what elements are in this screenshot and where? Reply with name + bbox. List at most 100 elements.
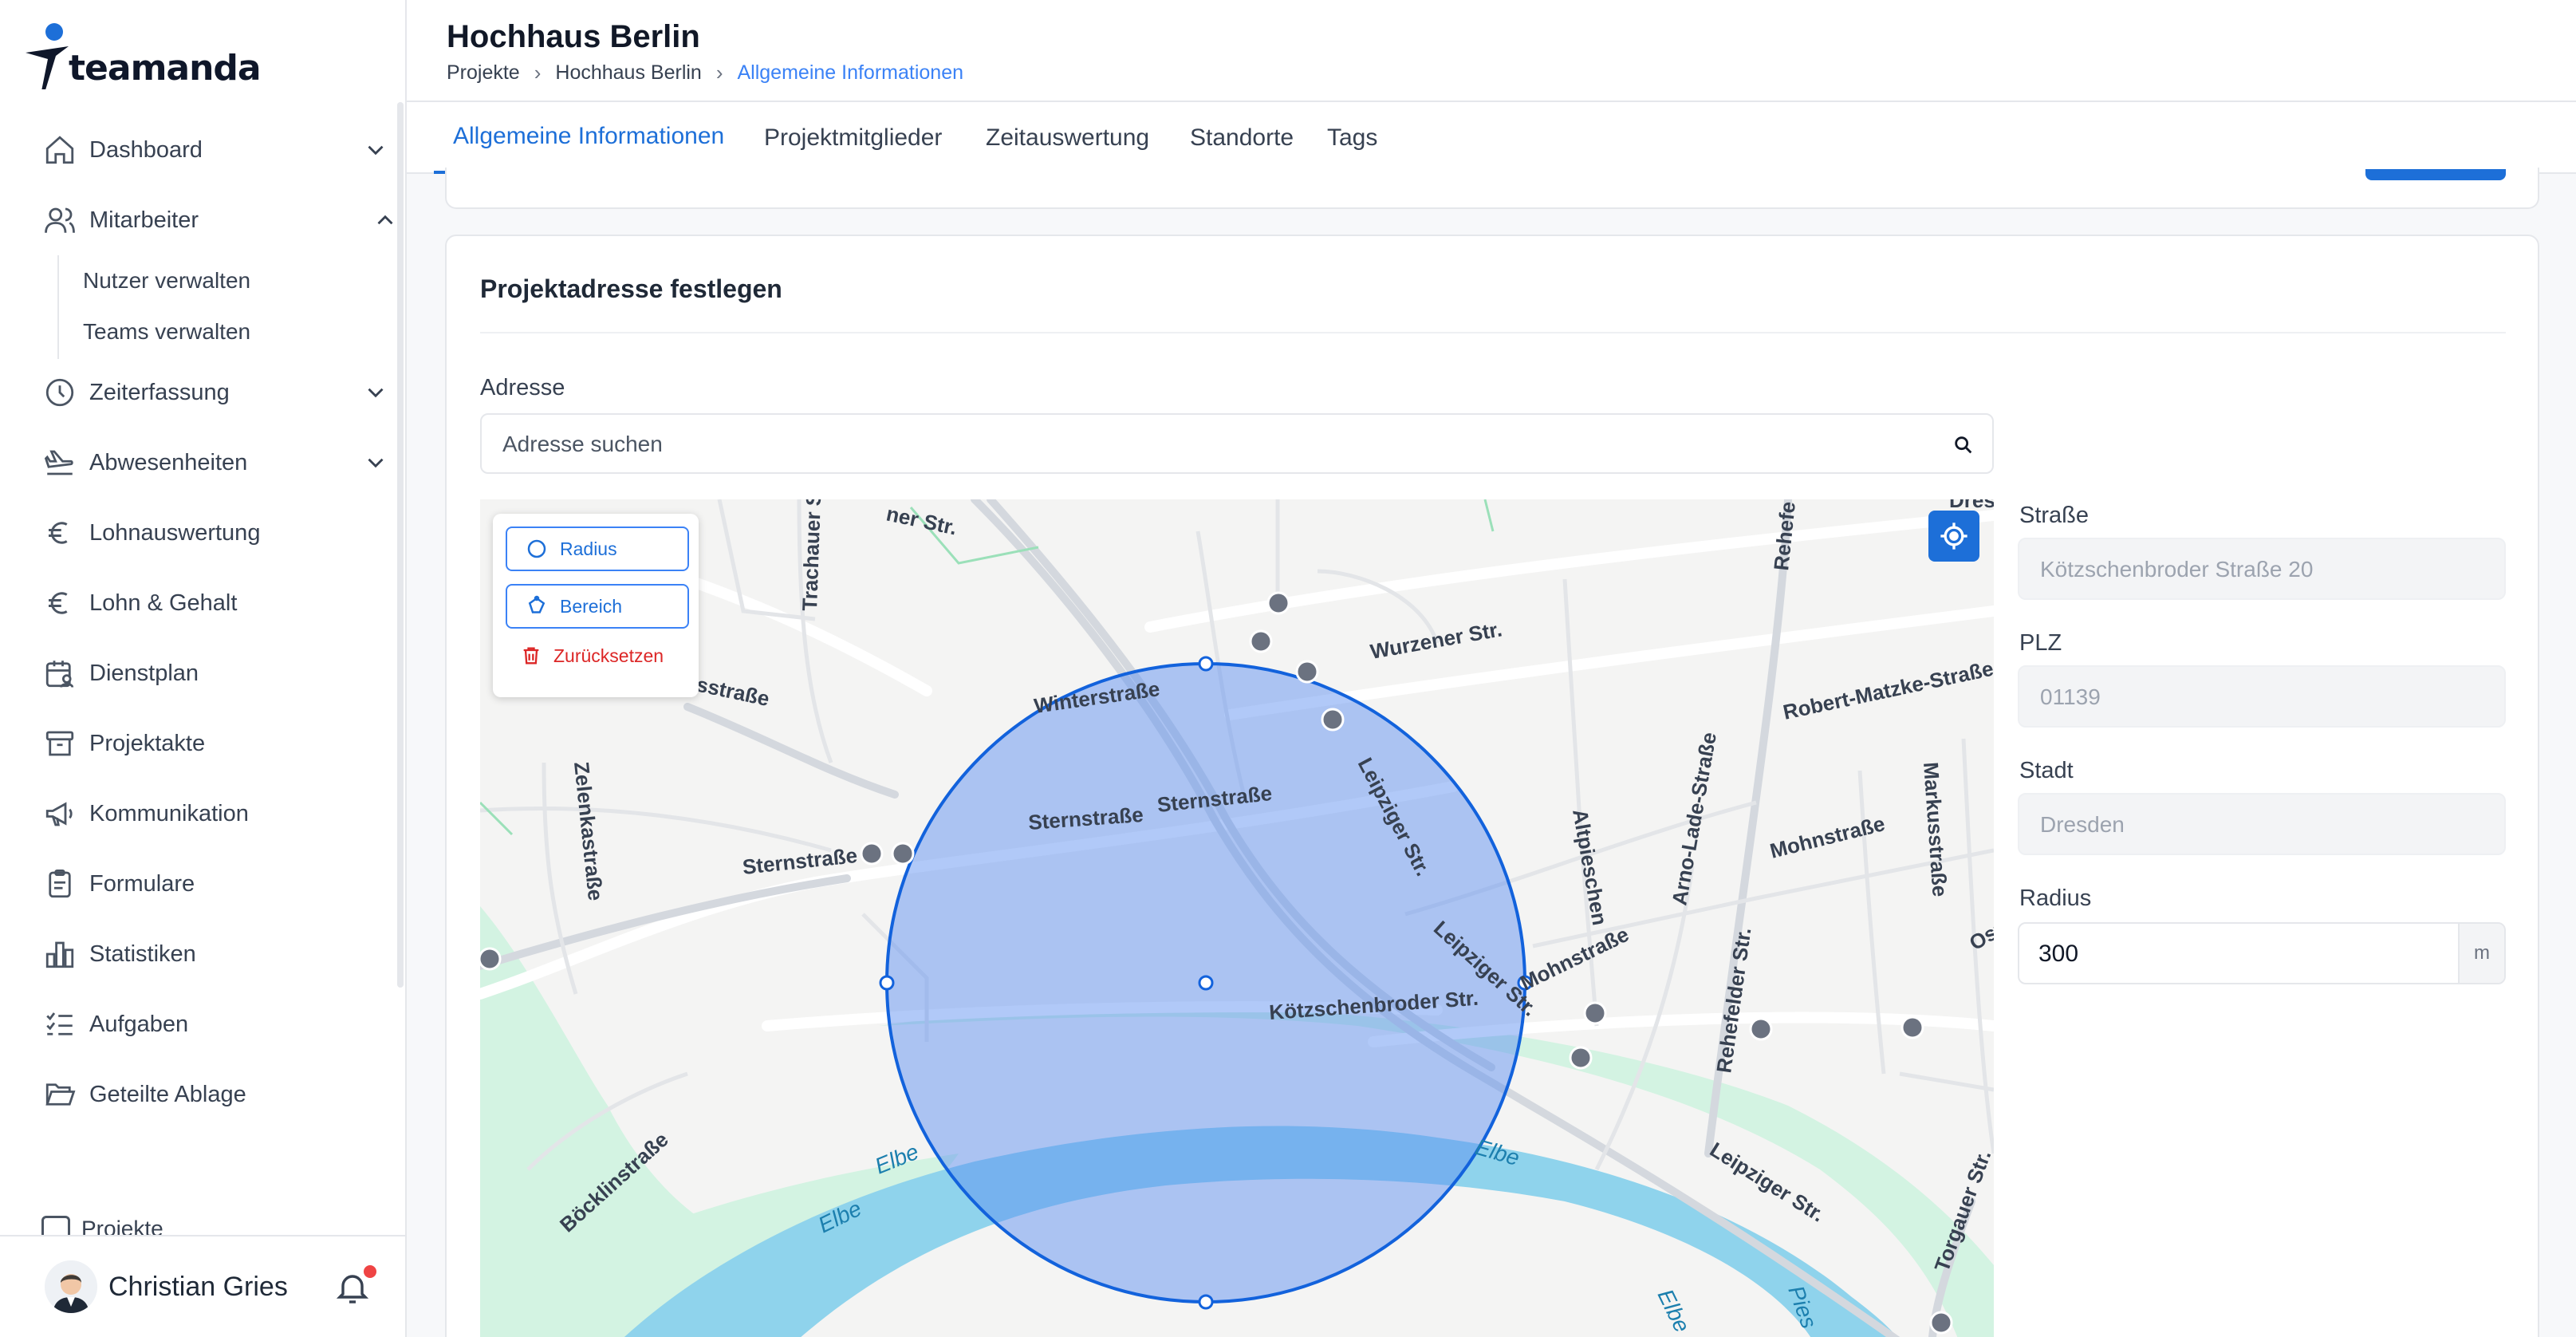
- sidebar-item-label: Lohnauswertung: [89, 519, 261, 546]
- sidebar-item-label: Dienstplan: [89, 660, 199, 686]
- clock-icon: [41, 374, 78, 411]
- locate-me-button[interactable]: [1928, 511, 1979, 562]
- sidebar-item-kommunikation[interactable]: Kommunikation: [41, 790, 376, 838]
- logo-mark-icon: [26, 23, 69, 93]
- sidebar-item-lohnauswertung[interactable]: Lohnauswertung: [41, 509, 376, 557]
- trash-icon: [523, 647, 539, 665]
- folder-icon: [41, 1216, 70, 1235]
- plane-icon: [41, 444, 78, 481]
- address-search-input[interactable]: [502, 424, 1930, 464]
- sidebar-subitem-teams[interactable]: Teams verwalten: [83, 319, 250, 345]
- sidebar-item-label: Abwesenheiten: [89, 449, 248, 475]
- sidebar-item-dashboard[interactable]: Dashboard: [41, 126, 384, 174]
- address-label: Adresse: [480, 375, 565, 400]
- chevron-right-icon: ›: [715, 61, 723, 85]
- radius-label: Radius: [2019, 885, 2092, 911]
- zip-field[interactable]: 01139: [2018, 665, 2506, 728]
- archive-icon: [41, 725, 78, 762]
- chevron-down-icon[interactable]: [362, 379, 389, 406]
- sidebar-item-projekte[interactable]: Projekte: [41, 1216, 163, 1235]
- tab-tags[interactable]: Tags: [1308, 102, 1396, 174]
- avatar[interactable]: [45, 1260, 97, 1313]
- user-panel: Christian Gries: [0, 1235, 405, 1337]
- calendar-user-icon: [41, 655, 78, 692]
- chevron-down-icon[interactable]: [362, 136, 389, 164]
- zip-label: PLZ: [2019, 630, 2062, 656]
- city-field[interactable]: Dresden: [2018, 793, 2506, 855]
- zip-value: 01139: [2040, 684, 2101, 709]
- tab-standorte[interactable]: Standorte: [1171, 102, 1313, 174]
- polygon-icon: [528, 595, 546, 613]
- street-field[interactable]: Kötzschenbroder Straße 20: [2018, 538, 2506, 600]
- previous-card: [445, 168, 2539, 209]
- street-value: Kötzschenbroder Straße 20: [2040, 557, 2314, 582]
- radius-unit: m: [2458, 924, 2504, 983]
- page-header: Hochhaus Berlin Projekte › Hochhaus Berl…: [407, 0, 2576, 102]
- logo-text: teamanda: [69, 48, 262, 89]
- sidebar-item-label: Zeiterfassung: [89, 379, 230, 405]
- sidebar-item-label: Mitarbeiter: [89, 207, 199, 233]
- notification-dot: [364, 1265, 376, 1278]
- sidebar-item-label: Geteilte Ablage: [89, 1081, 246, 1107]
- crosshair-icon: [1940, 523, 1967, 550]
- euro-icon: [41, 585, 78, 621]
- tab-zeitauswertung[interactable]: Zeitauswertung: [967, 102, 1168, 174]
- breadcrumb-current[interactable]: Allgemeine Informationen: [738, 61, 964, 85]
- checklist-icon: [41, 1006, 78, 1043]
- radius-input[interactable]: [2038, 935, 2437, 973]
- page-title: Hochhaus Berlin: [447, 19, 700, 54]
- radius-field: m: [2018, 922, 2506, 984]
- sidebar-item-formulare[interactable]: Formulare: [41, 860, 376, 908]
- sidebar-item-label: Formulare: [89, 870, 195, 897]
- sidebar-item-label: Lohn & Gehalt: [89, 590, 238, 616]
- sidebar-item-geteilte-ablage[interactable]: Geteilte Ablage: [41, 1071, 376, 1118]
- tab-bar: Allgemeine Informationen Projektmitglied…: [407, 102, 2576, 174]
- divider: [480, 332, 2506, 333]
- sidebar-scrollbar[interactable]: [397, 102, 404, 988]
- sidebar-item-label: Projektakte: [89, 730, 206, 756]
- city-value: Dresden: [2040, 812, 2125, 837]
- search-icon[interactable]: [1952, 434, 1975, 456]
- area-tool-button[interactable]: Bereich: [506, 584, 689, 629]
- radius-tool-button[interactable]: Radius: [506, 527, 689, 571]
- city-label: Stadt: [2019, 758, 2074, 783]
- map-canvas[interactable]: Winterstraße Sternstraße Sternstraße Ste…: [480, 499, 1994, 1337]
- euro-icon: [41, 515, 78, 551]
- chevron-down-icon[interactable]: [362, 449, 389, 476]
- sidebar: teamanda Dashboard Mitarbeiter Nutzer ve…: [0, 0, 407, 1337]
- reset-tool-button[interactable]: Zurücksetzen: [520, 645, 664, 667]
- clipboard-icon: [41, 866, 78, 902]
- sidebar-item-label: Kommunikation: [89, 800, 249, 826]
- map-tool-panel: Radius Bereich Zurücksetzen: [493, 514, 699, 697]
- home-icon: [41, 132, 78, 168]
- circle-icon: [527, 539, 546, 558]
- breadcrumb-projekte[interactable]: Projekte: [447, 61, 520, 85]
- sidebar-item-label: Dashboard: [89, 136, 203, 163]
- map[interactable]: Winterstraße Sternstraße Sternstraße Ste…: [480, 499, 1994, 1337]
- sidebar-item-mitarbeiter[interactable]: Mitarbeiter: [41, 196, 393, 244]
- user-name: Christian Gries: [108, 1272, 288, 1302]
- users-icon: [41, 202, 78, 239]
- sidebar-item-zeiterfassung[interactable]: Zeiterfassung: [41, 369, 384, 416]
- megaphone-icon: [41, 795, 78, 832]
- breadcrumb: Projekte › Hochhaus Berlin › Allgemeine …: [447, 61, 963, 85]
- sidebar-item-projektakte[interactable]: Projektakte: [41, 720, 376, 767]
- previous-card-button[interactable]: [2365, 169, 2506, 180]
- sidebar-item-label: Statistiken: [89, 941, 196, 967]
- sidebar-item-dienstplan[interactable]: Dienstplan: [41, 649, 376, 697]
- sidebar-item-aufgaben[interactable]: Aufgaben: [41, 1000, 376, 1048]
- sidebar-item-lohn-gehalt[interactable]: Lohn & Gehalt: [41, 579, 376, 627]
- sidebar-item-abwesenheiten[interactable]: Abwesenheiten: [41, 439, 384, 487]
- card-title: Projektadresse festlegen: [480, 274, 782, 303]
- breadcrumb-hochhaus[interactable]: Hochhaus Berlin: [555, 61, 701, 85]
- tab-projektmitglieder[interactable]: Projektmitglieder: [745, 102, 961, 174]
- folder-open-icon: [41, 1076, 78, 1113]
- address-card: Projektadresse festlegen Adresse Adresse…: [445, 235, 2539, 1337]
- chevron-up-icon[interactable]: [372, 207, 399, 234]
- address-search: [480, 413, 1994, 474]
- teamanda-logo[interactable]: teamanda: [24, 18, 262, 93]
- tab-allgemeine-informationen[interactable]: Allgemeine Informationen: [434, 102, 744, 174]
- map-label-trachauer: Trachauer S: [798, 499, 825, 611]
- sidebar-subitem-nutzer[interactable]: Nutzer verwalten: [83, 268, 250, 294]
- sidebar-item-statistiken[interactable]: Statistiken: [41, 930, 376, 978]
